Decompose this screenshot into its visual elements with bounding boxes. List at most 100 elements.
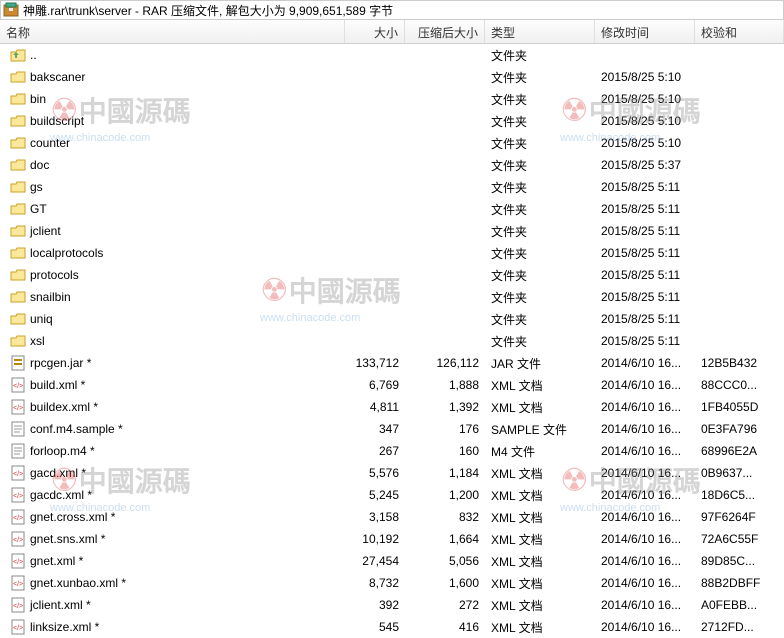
file-row[interactable]: conf.m4.sample *347176SAMPLE 文件2014/6/10… xyxy=(0,418,784,440)
file-row[interactable]: snailbin文件夹2015/8/25 5:11 xyxy=(0,286,784,308)
file-name: localprotocols xyxy=(30,246,103,260)
file-row[interactable]: protocols文件夹2015/8/25 5:11 xyxy=(0,264,784,286)
file-name: uniq xyxy=(30,312,53,326)
file-row[interactable]: </>gnet.xunbao.xml *8,7321,600XML 文档2014… xyxy=(0,572,784,594)
folder-icon xyxy=(10,311,26,327)
svg-text:</>: </> xyxy=(13,383,23,390)
file-crc: 12B5B432 xyxy=(695,356,780,370)
file-row[interactable]: localprotocols文件夹2015/8/25 5:11 xyxy=(0,242,784,264)
file-row[interactable]: rpcgen.jar *133,712126,112JAR 文件2014/6/1… xyxy=(0,352,784,374)
file-date: 2014/6/10 16... xyxy=(595,400,695,414)
file-list: .. 文件夹 bakscaner文件夹2015/8/25 5:10bin文件夹201… xyxy=(0,44,784,638)
file-row[interactable]: .. 文件夹 xyxy=(0,44,784,66)
file-packed-size: 126,112 xyxy=(405,356,485,370)
file-type: SAMPLE 文件 xyxy=(485,421,595,438)
file-date: 2015/8/25 5:10 xyxy=(595,136,695,150)
file-name: linksize.xml * xyxy=(30,620,99,634)
file-date: 2015/8/25 5:11 xyxy=(595,202,695,216)
file-name: buildex.xml * xyxy=(30,400,98,414)
col-date[interactable]: 修改时间 xyxy=(595,20,695,43)
file-row[interactable]: </>linksize.xml *545416XML 文档2014/6/10 1… xyxy=(0,616,784,638)
file-name: GT xyxy=(30,202,47,216)
folder-icon xyxy=(10,245,26,261)
xml-icon: </> xyxy=(10,399,26,415)
col-packed[interactable]: 压缩后大小 xyxy=(405,20,485,43)
xml-icon: </> xyxy=(10,575,26,591)
file-row[interactable]: xsl文件夹2015/8/25 5:11 xyxy=(0,330,784,352)
file-size: 347 xyxy=(345,422,405,436)
winrar-icon xyxy=(3,2,19,18)
file-row[interactable]: bakscaner文件夹2015/8/25 5:10 xyxy=(0,66,784,88)
col-type[interactable]: 类型 xyxy=(485,20,595,43)
file-type: 文件夹 xyxy=(485,201,595,218)
folder-icon xyxy=(10,201,26,217)
file-type: 文件夹 xyxy=(485,267,595,284)
file-row[interactable]: </>gacdc.xml *5,2451,200XML 文档2014/6/10 … xyxy=(0,484,784,506)
xml-icon: </> xyxy=(10,531,26,547)
svg-text:</>: </> xyxy=(13,559,23,566)
file-type: XML 文档 xyxy=(485,487,595,504)
address-bar[interactable]: 神雕.rar\trunk\server - RAR 压缩文件, 解包大小为 9,… xyxy=(0,0,784,20)
file-name: gs xyxy=(30,180,43,194)
file-type: 文件夹 xyxy=(485,135,595,152)
file-row[interactable]: </>buildex.xml *4,8111,392XML 文档2014/6/1… xyxy=(0,396,784,418)
col-crc[interactable]: 校验和 xyxy=(695,20,784,43)
xml-icon: </> xyxy=(10,487,26,503)
col-size[interactable]: 大小 xyxy=(345,20,405,43)
folder-icon xyxy=(10,289,26,305)
file-crc: 97F6264F xyxy=(695,510,780,524)
file-date: 2015/8/25 5:10 xyxy=(595,70,695,84)
xml-icon: </> xyxy=(10,553,26,569)
file-date: 2015/8/25 5:37 xyxy=(595,158,695,172)
file-row[interactable]: buildscript文件夹2015/8/25 5:10 xyxy=(0,110,784,132)
file-date: 2015/8/25 5:11 xyxy=(595,180,695,194)
file-name: gnet.cross.xml * xyxy=(30,510,115,524)
file-type: 文件夹 xyxy=(485,245,595,262)
file-row[interactable]: GT 文件夹2015/8/25 5:11 xyxy=(0,198,784,220)
file-row[interactable]: counter 文件夹2015/8/25 5:10 xyxy=(0,132,784,154)
file-name: gacdc.xml * xyxy=(30,488,92,502)
file-row[interactable]: forloop.m4 *267160M4 文件2014/6/10 16...68… xyxy=(0,440,784,462)
file-name: .. xyxy=(30,48,37,62)
file-row[interactable]: </>jclient.xml *392272XML 文档2014/6/10 16… xyxy=(0,594,784,616)
file-row[interactable]: </>build.xml *6,7691,888XML 文档2014/6/10 … xyxy=(0,374,784,396)
file-type: XML 文档 xyxy=(485,619,595,636)
file-size: 27,454 xyxy=(345,554,405,568)
file-size: 545 xyxy=(345,620,405,634)
svg-text:</>: </> xyxy=(13,537,23,544)
file-crc: 0E3FA796 xyxy=(695,422,780,436)
file-row[interactable]: </>gnet.sns.xml *10,1921,664XML 文档2014/6… xyxy=(0,528,784,550)
col-name[interactable]: 名称 xyxy=(0,20,345,43)
file-type: XML 文档 xyxy=(485,597,595,614)
folder-icon xyxy=(10,267,26,283)
file-date: 2014/6/10 16... xyxy=(595,356,695,370)
file-size: 5,245 xyxy=(345,488,405,502)
file-row[interactable]: </>gnet.cross.xml *3,158832XML 文档2014/6/… xyxy=(0,506,784,528)
file-size: 392 xyxy=(345,598,405,612)
file-name: conf.m4.sample * xyxy=(30,422,123,436)
file-row[interactable]: doc文件夹2015/8/25 5:37 xyxy=(0,154,784,176)
file-packed-size: 1,888 xyxy=(405,378,485,392)
file-name: jclient.xml * xyxy=(30,598,91,612)
file-type: 文件夹 xyxy=(485,47,595,64)
file-type: XML 文档 xyxy=(485,575,595,592)
file-name: gacd.xml * xyxy=(30,466,86,480)
file-row[interactable]: jclient文件夹2015/8/25 5:11 xyxy=(0,220,784,242)
file-row[interactable]: gs文件夹2015/8/25 5:11 xyxy=(0,176,784,198)
file-date: 2014/6/10 16... xyxy=(595,378,695,392)
file-packed-size: 1,392 xyxy=(405,400,485,414)
file-row[interactable]: </>gnet.xml *27,4545,056XML 文档2014/6/10 … xyxy=(0,550,784,572)
file-date: 2014/6/10 16... xyxy=(595,598,695,612)
file-packed-size: 5,056 xyxy=(405,554,485,568)
file-row[interactable]: uniq文件夹2015/8/25 5:11 xyxy=(0,308,784,330)
file-row[interactable]: bin文件夹2015/8/25 5:10 xyxy=(0,88,784,110)
file-date: 2015/8/25 5:11 xyxy=(595,290,695,304)
file-row[interactable]: </>gacd.xml *5,5761,184XML 文档2014/6/10 1… xyxy=(0,462,784,484)
file-size: 4,811 xyxy=(345,400,405,414)
file-date: 2014/6/10 16... xyxy=(595,422,695,436)
file-crc: 68996E2A xyxy=(695,444,780,458)
file-crc: 88CCC0... xyxy=(695,378,780,392)
file-crc: 18D6C5... xyxy=(695,488,780,502)
file-type: XML 文档 xyxy=(485,377,595,394)
file-name: counter xyxy=(30,136,70,150)
